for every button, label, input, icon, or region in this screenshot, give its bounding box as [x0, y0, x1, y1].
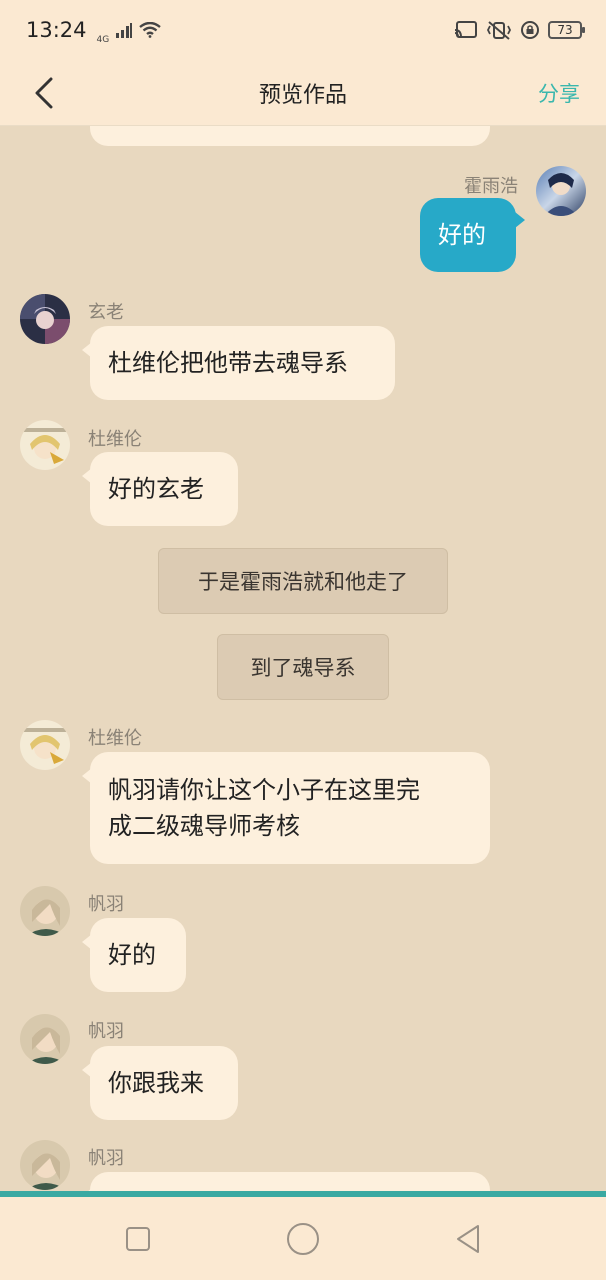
message-text-line: 帆羽请你让这个小子在这里完: [108, 776, 420, 804]
avatar[interactable]: [20, 1140, 70, 1190]
avatar-image: [20, 420, 70, 470]
message-text: 你跟我来: [108, 1069, 204, 1097]
page-title: 预览作品: [258, 82, 347, 108]
triangle-back-icon: [457, 1225, 479, 1253]
chat-preview[interactable]: 霍雨浩 好的 玄老 杜维伦把他带去魂导系 杜维伦 好的玄老 于是霍雨浩就和他走了…: [0, 126, 606, 1194]
avatar-image: [20, 886, 70, 936]
sender-name: 杜维伦: [88, 728, 142, 749]
status-time: 13:24: [26, 18, 87, 42]
narration-text: 到了魂导系: [250, 656, 356, 680]
message-bubble: 你跟我来: [82, 1046, 238, 1120]
message-bubble: 好的: [420, 198, 525, 272]
avatar[interactable]: [20, 420, 70, 470]
status-bar: 13:24 4G 73: [0, 0, 606, 60]
top-app-bar: 预览作品 分享: [0, 60, 606, 126]
narration-box: 于是霍雨浩就和他走了: [158, 548, 448, 614]
avatar-image: [20, 1014, 70, 1064]
system-nav-bar: [0, 1197, 606, 1280]
sender-name: 霍雨浩: [464, 176, 518, 197]
avatar-image: [20, 1140, 70, 1190]
status-left: 13:24 4G: [26, 15, 161, 45]
system-back-button[interactable]: [448, 1219, 488, 1259]
chevron-left-icon: [35, 77, 53, 109]
avatar[interactable]: [20, 886, 70, 936]
narration-text: 于是霍雨浩就和他走了: [198, 570, 408, 594]
avatar[interactable]: [20, 1014, 70, 1064]
circle-icon: [287, 1223, 319, 1255]
wifi-icon: [139, 22, 161, 38]
message-bubble: 杜维伦把他带去魂导系: [82, 326, 395, 400]
recent-apps-button[interactable]: [118, 1219, 158, 1259]
avatar[interactable]: [20, 720, 70, 770]
status-right: 73: [454, 20, 585, 40]
avatar-image: [20, 294, 70, 344]
avatar-image: [20, 720, 70, 770]
cast-icon: [454, 21, 477, 38]
avatar[interactable]: [20, 294, 70, 344]
message-bubble: 帆羽请你让这个小子在这里完 成二级魂导师考核: [82, 752, 490, 864]
battery-indicator: 73: [548, 21, 585, 39]
sender-name: 帆羽: [88, 1148, 124, 1169]
back-button[interactable]: [24, 70, 64, 116]
message-text: 杜维伦把他带去魂导系: [108, 349, 348, 377]
lock-rotation-icon: [521, 21, 539, 39]
message-text-line: 成二级魂导师考核: [108, 812, 300, 840]
message-bubble: 好的玄老: [82, 452, 238, 526]
message-text: 好的: [108, 941, 156, 969]
battery-level: 73: [557, 23, 573, 37]
square-icon: [126, 1227, 150, 1251]
message-bubble: [90, 126, 490, 146]
share-button[interactable]: 分享: [538, 60, 580, 126]
avatar[interactable]: [536, 166, 586, 216]
message-text: 好的: [438, 221, 486, 249]
avatar-image: [536, 166, 586, 216]
narration-box: 到了魂导系: [217, 634, 389, 700]
vibrate-mute-icon: [486, 21, 512, 40]
signal-icon: [116, 23, 133, 38]
home-button[interactable]: [283, 1219, 323, 1259]
sender-name: 杜维伦: [88, 429, 142, 450]
sender-name: 玄老: [88, 302, 124, 323]
sender-name: 帆羽: [88, 1021, 124, 1042]
message-text: 好的玄老: [108, 475, 204, 503]
message-bubble: 好的: [82, 918, 186, 992]
network-label: 4G: [96, 35, 110, 45]
sender-name: 帆羽: [88, 894, 124, 915]
